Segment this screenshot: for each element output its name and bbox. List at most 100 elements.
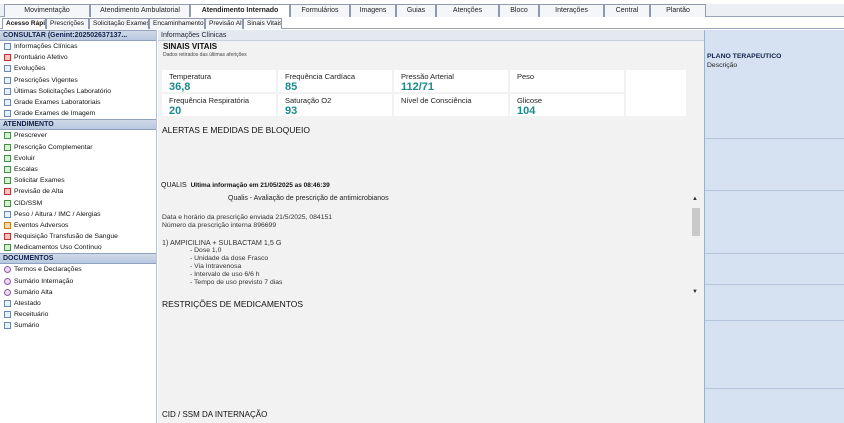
prescription-icon bbox=[4, 132, 11, 140]
sidebar-item-evolucoes[interactable]: Evoluções bbox=[0, 63, 156, 74]
plan-row[interactable] bbox=[705, 138, 844, 139]
blood-drop-icon bbox=[4, 233, 11, 241]
subtab-solicitacao-exames[interactable]: Solicitação Exames bbox=[89, 18, 149, 29]
printer-icon bbox=[4, 277, 11, 285]
sidebar: CONSULTAR (Genint:202502637137... Inform… bbox=[0, 30, 157, 423]
warning-icon bbox=[4, 221, 11, 229]
sidebar-item-termos[interactable]: Termos e Declarações bbox=[0, 264, 156, 275]
sidebar-item-atestado[interactable]: Atestado bbox=[0, 298, 156, 309]
tab-bloco[interactable]: Bloco bbox=[499, 4, 539, 17]
vitals-title: SINAIS VITAIS bbox=[163, 42, 218, 51]
prescription-dose: - Dose 1,0 bbox=[190, 247, 222, 254]
qualis-scrollbar[interactable]: ▲ ▼ bbox=[691, 196, 701, 298]
section-atendimento[interactable]: ATENDIMENTO bbox=[0, 119, 156, 131]
qualis-subtitle: Qualis - Avaliação de prescrição de anti… bbox=[228, 195, 389, 202]
sub-tab-bar: Acesso Rápido Prescrições Solicitação Ex… bbox=[0, 18, 844, 29]
subtab-encaminhamento[interactable]: Encaminhamento bbox=[149, 18, 205, 29]
lab-icon bbox=[4, 87, 11, 95]
therapeutic-plan-description: Descrição bbox=[707, 62, 738, 69]
sidebar-item-peso-altura[interactable]: Peso / Altura / IMC / Alergias bbox=[0, 209, 156, 220]
document-icon bbox=[4, 65, 11, 73]
sidebar-item-sumario-alta[interactable]: Sumário Alta bbox=[0, 287, 156, 298]
weight-icon bbox=[4, 210, 11, 218]
edit-icon bbox=[4, 154, 11, 162]
plan-row[interactable] bbox=[705, 320, 844, 321]
tab-interacoes[interactable]: Interações bbox=[539, 4, 604, 17]
prescription-drug: 1) AMPICILINA + SULBACTAM 1,5 G bbox=[162, 238, 282, 247]
tab-atendimento-ambulatorial[interactable]: Atendimento Ambulatorial bbox=[90, 4, 190, 17]
grid-icon bbox=[4, 99, 11, 107]
certificate-icon bbox=[4, 300, 11, 308]
subtab-sinais-vitais[interactable]: Sinais Vitais bbox=[243, 18, 282, 29]
clinical-info-panel: Informações Clínicas SINAIS VITAIS Dados… bbox=[158, 30, 704, 423]
plan-row[interactable] bbox=[705, 253, 844, 254]
sidebar-item-transfusao[interactable]: Requisição Transfusão de Sangue bbox=[0, 231, 156, 242]
prescription-icon bbox=[4, 143, 11, 151]
sidebar-item-receituario[interactable]: Receituário bbox=[0, 309, 156, 320]
vital-saturation: Saturação O2 93 bbox=[278, 94, 392, 117]
scroll-thumb[interactable] bbox=[692, 208, 700, 236]
qualis-header: QUALIS Ultima informação em 21/05/2025 a… bbox=[161, 182, 330, 189]
sidebar-item-grade-laboratoriais[interactable]: Grade Exames Laboratoriais bbox=[0, 97, 156, 108]
tab-central[interactable]: Central bbox=[604, 4, 650, 17]
plan-row[interactable] bbox=[705, 388, 844, 389]
globe-icon bbox=[4, 266, 11, 274]
tab-plantao[interactable]: Plantão bbox=[650, 4, 706, 17]
sidebar-item-escalas[interactable]: Escalas bbox=[0, 164, 156, 175]
plan-row[interactable] bbox=[705, 284, 844, 285]
sidebar-item-prescricao-complementar[interactable]: Prescrição Complementar bbox=[0, 142, 156, 153]
vital-blood-pressure: Pressão Arterial 112/71 bbox=[394, 70, 508, 93]
sidebar-item-evoluir[interactable]: Evoluir bbox=[0, 153, 156, 164]
list-icon bbox=[4, 76, 11, 84]
vital-empty-cell bbox=[626, 70, 686, 116]
document-icon bbox=[4, 199, 11, 207]
tab-movimentacao[interactable]: Movimentação bbox=[4, 4, 90, 17]
sidebar-item-prontuario-afetivo[interactable]: Prontuário Afetivo bbox=[0, 52, 156, 63]
therapeutic-plan-title: PLANO TERAPEUTICO bbox=[707, 53, 782, 60]
alerts-heading: ALERTAS E MEDIDAS DE BLOQUEIO bbox=[162, 125, 311, 135]
vital-heart-rate: Frequência Cardíaca 85 bbox=[278, 70, 392, 93]
section-documentos[interactable]: DOCUMENTOS bbox=[0, 253, 156, 265]
plan-row[interactable] bbox=[705, 190, 844, 191]
tab-imagens[interactable]: Imagens bbox=[350, 4, 396, 17]
image-icon bbox=[4, 110, 11, 118]
prescription-unit: - Unidade da dose Frasco bbox=[190, 255, 269, 262]
panel-title: Informações Clínicas bbox=[158, 30, 704, 41]
certificate-icon bbox=[4, 322, 11, 330]
sidebar-item-prescrever[interactable]: Prescrever bbox=[0, 130, 156, 141]
sidebar-item-sumario-internacao[interactable]: Sumário Internação bbox=[0, 276, 156, 287]
subtab-previsao-alta[interactable]: Previsão Alta bbox=[205, 18, 243, 29]
exam-icon bbox=[4, 177, 11, 185]
tab-formularios[interactable]: Formulários bbox=[290, 4, 350, 17]
sidebar-item-ultimas-solicitacoes[interactable]: Últimas Solicitações Laboratório bbox=[0, 86, 156, 97]
vital-temperature: Temperatura 36,8 bbox=[162, 70, 276, 93]
sidebar-item-medicamentos-continuo[interactable]: Medicamentos Uso Contínuo bbox=[0, 242, 156, 253]
document-icon bbox=[4, 43, 11, 51]
tab-guias[interactable]: Guias bbox=[396, 4, 436, 17]
prescription-date: Data e horário da prescrição enviada 21/… bbox=[162, 214, 333, 221]
sidebar-item-sumario[interactable]: Sumário bbox=[0, 320, 156, 331]
therapeutic-plan-panel: PLANO TERAPEUTICO Descrição bbox=[704, 30, 844, 423]
sidebar-item-previsao-alta[interactable]: Previsão de Alta bbox=[0, 186, 156, 197]
sidebar-item-eventos-adversos[interactable]: Eventos Adversos bbox=[0, 220, 156, 231]
subtab-acesso-rapido[interactable]: Acesso Rápido bbox=[2, 18, 46, 29]
sidebar-item-cid-ssm[interactable]: CID/SSM bbox=[0, 197, 156, 208]
vital-consciousness: Nível de Consciência bbox=[394, 94, 508, 116]
tab-atendimento-internado[interactable]: Atendimento Internado bbox=[190, 4, 290, 17]
scale-icon bbox=[4, 165, 11, 173]
prescription-route: - Via Intravenosa bbox=[190, 263, 242, 270]
scroll-up-icon[interactable]: ▲ bbox=[692, 196, 698, 202]
printer-icon bbox=[4, 288, 11, 296]
sidebar-item-informacoes-clinicas[interactable]: Informações Clínicas bbox=[0, 41, 156, 52]
subtab-prescricoes[interactable]: Prescrições bbox=[46, 18, 89, 29]
pencil-icon bbox=[4, 188, 11, 196]
section-consultar[interactable]: CONSULTAR (Genint:202502637137... bbox=[0, 30, 156, 41]
scroll-down-icon[interactable]: ▼ bbox=[692, 289, 698, 295]
tab-atencoes[interactable]: Atenções bbox=[436, 4, 499, 17]
sidebar-item-prescricoes-vigentes[interactable]: Prescrições Vigentes bbox=[0, 75, 156, 86]
prescription-number: Número da prescrição interna 896699 bbox=[162, 222, 277, 229]
sidebar-item-solicitar-exames[interactable]: Solicitar Exames bbox=[0, 175, 156, 186]
vital-respiratory-rate: Frequência Respiratória 20 bbox=[162, 94, 276, 117]
prescription-duration: - Tempo de uso previsto 7 dias bbox=[190, 279, 283, 286]
sidebar-item-grade-imagem[interactable]: Grade Exames de Imagem bbox=[0, 108, 156, 119]
